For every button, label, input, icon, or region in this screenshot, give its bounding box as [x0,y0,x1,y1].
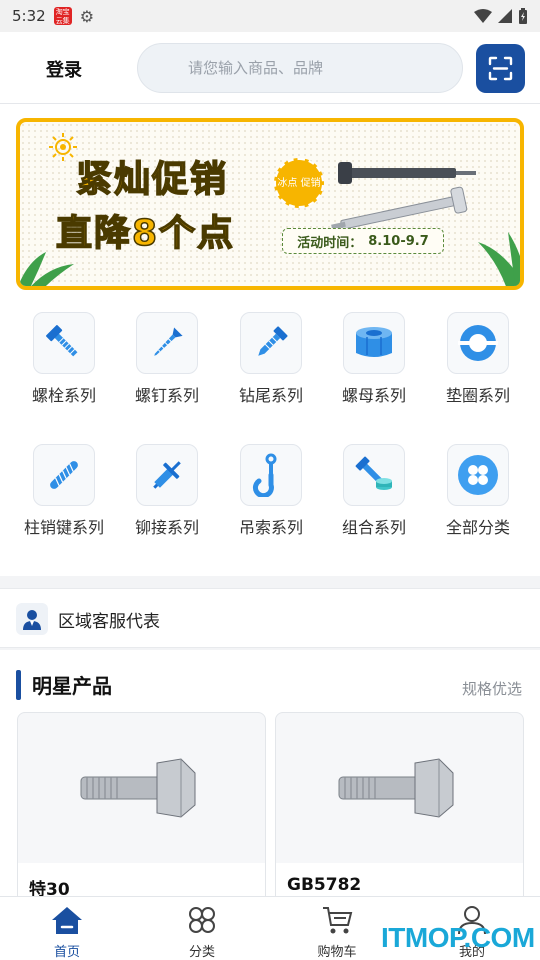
scan-icon [488,56,513,81]
cart-icon [323,907,353,934]
status-indicators [474,8,528,24]
hook-icon [253,453,277,497]
category-hook[interactable]: 吊索系列 [219,444,323,538]
category-icon-box [33,444,95,506]
app-header: 登录 [0,32,540,104]
nut-icon [356,327,392,357]
signal-icon [498,9,512,23]
washer-icon [458,325,498,361]
category-label: 螺栓系列 [31,386,96,405]
hex-bolt-image [80,758,195,818]
category-label: 垫圈系列 [445,386,510,405]
service-label: 区域客服代表 [58,612,160,632]
category-label: 铆接系列 [134,518,199,537]
bolt-nut-combo-icon [355,456,392,490]
banner-subheadline: 直降8个点 [55,212,236,255]
scan-button[interactable] [476,44,525,93]
promo-banner[interactable]: 紧灿促销 直降8个点 冰点 促销 活动时间： 8.10-9.7 [16,118,524,290]
settings-gear-icon: ⚙ [79,6,95,26]
home-content[interactable]: 紧灿促销 直降8个点 冰点 促销 活动时间： 8.10-9.7 螺栓系列 螺钉系… [0,104,540,896]
product-image [18,713,265,863]
service-rep-icon-box [16,603,48,635]
category-label: 螺钉系列 [134,386,199,405]
section-title: 明星产品 [32,674,112,698]
wifi-icon [474,9,492,23]
spec-select-link[interactable]: 规格优选 [462,678,522,699]
category-icon-box [240,312,302,374]
pin-key-icon [50,461,78,489]
screw-icon [154,327,183,356]
app-notification-icon: 淘宝 云集 [53,7,72,25]
category-label: 全部分类 [445,518,510,537]
category-icon-box [33,312,95,374]
category-pin-key[interactable]: 柱销键系列 [12,444,116,538]
category-washer[interactable]: 垫圈系列 [426,312,530,406]
tab-home[interactable]: 首页 [27,905,107,960]
drill-tail-screw-icon [258,326,288,356]
product-image [276,713,523,863]
regional-service-rep[interactable]: 区域客服代表 [0,588,540,648]
palm-leaf-right-decoration [478,232,520,286]
category-label: 柱销键系列 [23,518,104,537]
tab-label: 分类 [188,945,215,960]
category-icon-box [240,444,302,506]
home-icon [52,907,82,934]
hex-bolt-image [338,758,453,818]
category-nut[interactable]: 螺母系列 [322,312,426,406]
category-rivet[interactable]: 铆接系列 [115,444,219,538]
status-time: 5:32 [12,7,46,25]
category-icon-box [136,312,198,374]
product-name: 特30 [18,863,265,896]
rivet-image-dark [338,162,476,184]
battery-icon [519,8,527,24]
category-icon-box [447,444,509,506]
category-icon-box [136,444,198,506]
site-watermark: ITMOP.COM [381,922,535,953]
category-label: 钻尾系列 [238,386,303,405]
tab-category[interactable]: 分类 [162,905,242,960]
category-all[interactable]: 全部分类 [426,444,530,538]
banner-event-period: 活动时间： 8.10-9.7 [282,228,444,254]
search-input[interactable] [188,59,408,77]
category-screw[interactable]: 螺钉系列 [115,312,219,406]
category-label: 吊索系列 [238,518,303,537]
bolt-icon [46,325,78,357]
product-card[interactable]: 特30 [17,712,266,896]
tab-cart[interactable]: 购物车 [297,905,377,960]
search-bar[interactable] [137,43,463,93]
palm-leaf-left-decoration [20,252,74,286]
top-card: 紧灿促销 直降8个点 冰点 促销 活动时间： 8.10-9.7 螺栓系列 螺钉系… [0,104,540,576]
section-accent-bar [16,670,21,700]
category-combo[interactable]: 组合系列 [322,444,426,538]
star-products-section: 明星产品 规格优选 特30 GB5782 [0,650,540,896]
status-bar: 5:32 淘宝 云集 ⚙ [0,0,540,32]
category-drill-tail[interactable]: 钻尾系列 [219,312,323,406]
product-name: GB5782 [276,863,523,896]
banner-event-label: 活动时间： [297,235,363,251]
banner-promo-badge: 冰点 促销 [274,158,324,208]
category-icon-box [343,444,405,506]
category-icon [189,907,215,933]
tab-label: 首页 [53,945,80,960]
product-card[interactable]: GB5782 [275,712,524,896]
category-icon-box [447,312,509,374]
all-categories-icon [458,455,498,495]
login-button[interactable]: 登录 [46,56,82,82]
service-rep-icon [23,610,41,630]
banner-headline: 紧灿促销 [75,158,229,201]
rivet-icon [153,461,181,489]
tab-label: 购物车 [317,945,357,960]
category-label: 组合系列 [341,518,406,537]
category-label: 螺母系列 [341,386,406,405]
category-icon-box [343,312,405,374]
category-bolt[interactable]: 螺栓系列 [12,312,116,406]
banner-event-dates: 8.10-9.7 [368,233,429,249]
sun-icon [49,133,77,161]
